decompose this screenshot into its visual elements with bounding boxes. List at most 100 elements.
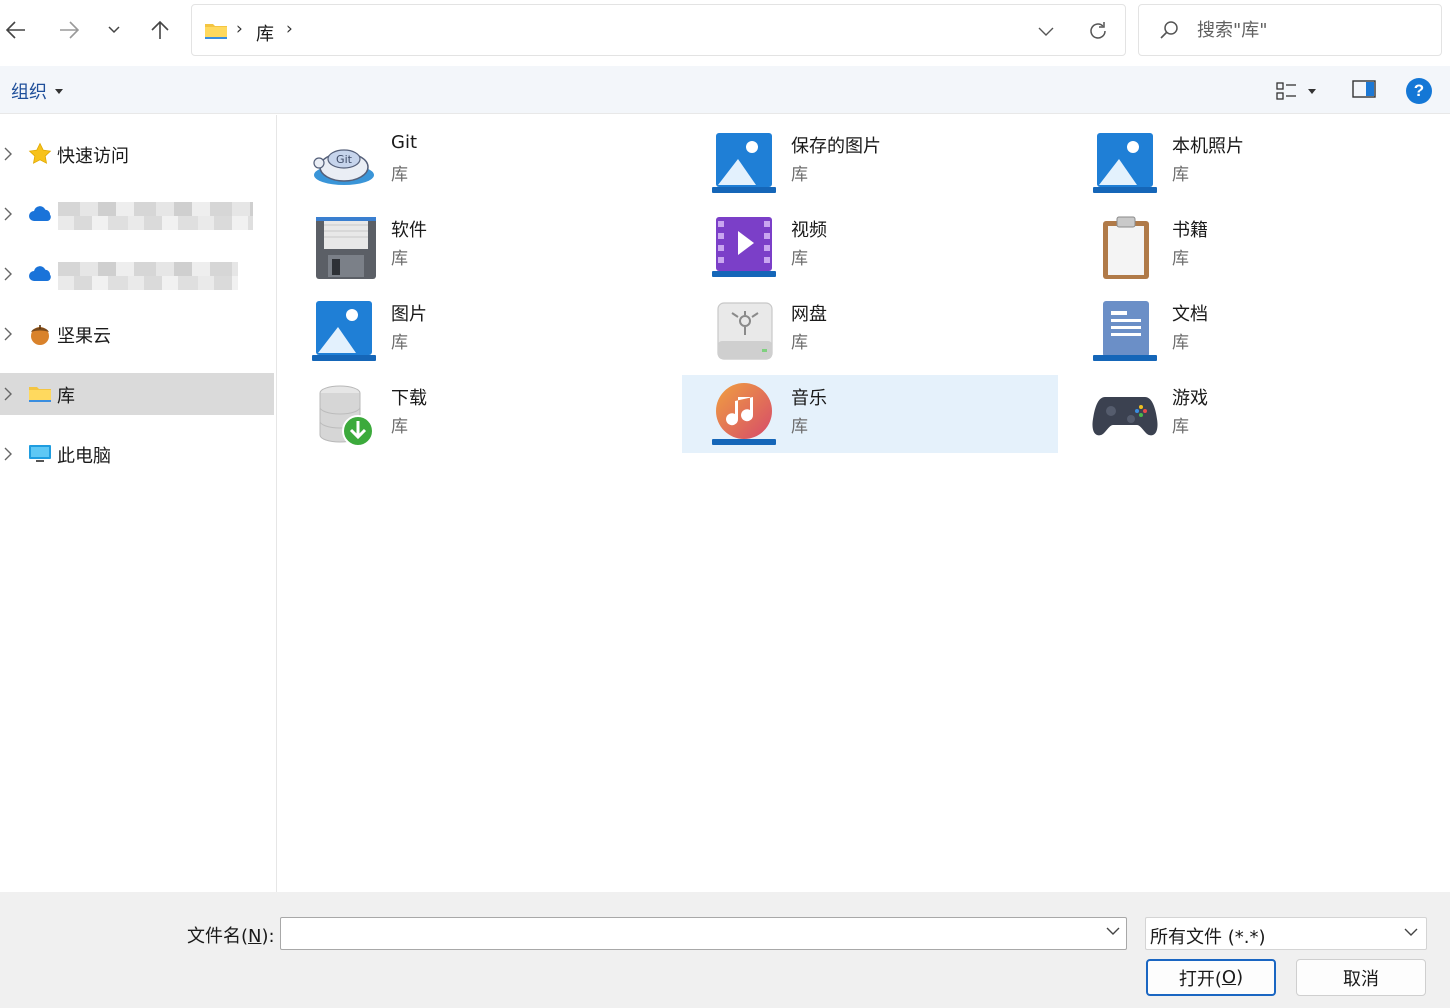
library-type: 库 <box>1172 165 1189 185</box>
library-type: 库 <box>1172 333 1189 353</box>
breadcrumb-item[interactable]: 库 <box>256 20 274 46</box>
view-details-icon <box>1276 82 1296 100</box>
cancel-button[interactable]: 取消 <box>1296 959 1426 996</box>
download-icon <box>319 385 374 447</box>
floppy-disk-icon <box>316 217 376 279</box>
open-button[interactable]: 打开(O) <box>1146 959 1276 996</box>
library-tile-documents[interactable]: 文档 库 <box>1063 291 1439 369</box>
library-name: 网盘 <box>791 304 827 325</box>
refresh-button[interactable] <box>1082 18 1114 44</box>
back-button[interactable] <box>0 14 32 46</box>
library-name: 保存的图片 <box>791 136 881 157</box>
nav-item-onedrive[interactable] <box>0 253 274 295</box>
library-name: 音乐 <box>791 388 827 409</box>
clipboard-icon <box>1103 216 1149 279</box>
library-tile-books[interactable]: 书籍 库 <box>1063 207 1439 285</box>
filename-combobox[interactable] <box>280 917 1127 950</box>
onedrive-cloud-icon <box>29 206 51 221</box>
chevron-right-icon[interactable] <box>3 387 13 401</box>
nav-item-label: 此电脑 <box>57 446 111 467</box>
star-icon <box>28 142 52 164</box>
breadcrumb-separator[interactable]: › <box>286 19 293 39</box>
help-button[interactable]: ? <box>1406 78 1432 104</box>
nav-item-label: 坚果云 <box>57 326 111 347</box>
forward-button[interactable] <box>53 14 85 46</box>
library-type: 库 <box>391 249 408 269</box>
library-tile-games[interactable]: 游戏 库 <box>1063 375 1439 453</box>
library-type: 库 <box>391 165 408 185</box>
video-icon <box>712 217 776 277</box>
caret-down-icon <box>55 88 63 94</box>
library-tile-music[interactable]: 音乐 库 <box>682 375 1058 453</box>
picture-icon <box>1093 133 1157 193</box>
document-icon <box>1093 301 1157 361</box>
chevron-down-icon <box>108 26 120 34</box>
chevron-down-icon[interactable] <box>1106 927 1120 935</box>
music-icon <box>712 383 776 445</box>
chevron-right-icon[interactable] <box>3 327 13 341</box>
filetype-value: 所有文件 (*.*) <box>1150 927 1266 948</box>
library-tile-saved-pictures[interactable]: 保存的图片 库 <box>682 123 1058 201</box>
search-input[interactable] <box>1197 15 1427 45</box>
onedrive-cloud-icon <box>29 266 51 281</box>
address-bar-row: › 库 › <box>0 0 1450 62</box>
caret-down-icon <box>1308 88 1316 94</box>
recent-locations-button[interactable] <box>98 14 130 46</box>
library-name: 图片 <box>391 304 427 325</box>
organize-menu-button[interactable]: 组织 <box>11 78 63 104</box>
change-view-button[interactable] <box>1276 78 1328 104</box>
picture-icon <box>312 301 376 361</box>
library-name: 下载 <box>391 388 427 409</box>
chevron-down-icon <box>1404 928 1418 936</box>
library-tile-downloads[interactable]: 下载 库 <box>282 375 658 453</box>
navigation-pane: 快速访问 坚果云 库 此电脑 <box>0 115 277 892</box>
library-name: 软件 <box>391 220 427 241</box>
address-history-dropdown[interactable] <box>1030 19 1062 43</box>
library-type: 库 <box>791 165 808 185</box>
arrow-right-icon <box>60 21 79 39</box>
library-type: 库 <box>1172 249 1189 269</box>
library-tile-videos[interactable]: 视频 库 <box>682 207 1058 285</box>
library-type: 库 <box>1172 417 1189 437</box>
nav-item-label: 快速访问 <box>57 146 129 167</box>
arrow-left-icon <box>6 21 25 39</box>
library-type: 库 <box>391 333 408 353</box>
nav-item-this-pc[interactable]: 此电脑 <box>0 433 274 475</box>
library-tile-git[interactable]: Git Git 库 <box>282 123 658 201</box>
redacted-account-name <box>58 262 238 290</box>
chevron-right-icon[interactable] <box>3 147 13 161</box>
library-tile-camera-roll[interactable]: 本机照片 库 <box>1063 123 1439 201</box>
library-tile-software[interactable]: 软件 库 <box>282 207 658 285</box>
nutstore-icon <box>31 325 49 345</box>
folder-icon <box>205 24 227 39</box>
picture-icon <box>712 133 776 193</box>
arrow-up-icon <box>151 20 169 39</box>
up-button[interactable] <box>144 14 176 46</box>
library-name: 文档 <box>1172 304 1208 325</box>
library-tile-pictures[interactable]: 图片 库 <box>282 291 658 369</box>
chevron-right-icon[interactable] <box>3 207 13 221</box>
search-icon <box>1160 21 1178 39</box>
chevron-right-icon[interactable] <box>3 447 13 461</box>
library-name: 书籍 <box>1172 220 1208 241</box>
preview-pane-button[interactable] <box>1352 79 1378 101</box>
library-name: Git <box>391 132 418 153</box>
gamepad-icon <box>1092 397 1158 436</box>
search-box[interactable] <box>1138 4 1442 56</box>
library-tile-netdisk[interactable]: 网盘 库 <box>682 291 1058 369</box>
command-bar: 组织 ? <box>0 66 1450 114</box>
library-name: 游戏 <box>1172 388 1208 409</box>
nav-item-nutstore[interactable]: 坚果云 <box>0 313 274 355</box>
nav-item-label: 库 <box>57 386 75 407</box>
address-box[interactable]: › 库 › <box>191 4 1126 56</box>
filename-input[interactable] <box>287 922 1087 946</box>
drive-icon <box>717 302 773 360</box>
library-type: 库 <box>791 333 808 353</box>
library-type: 库 <box>391 417 408 437</box>
nav-item-onedrive[interactable] <box>0 193 274 235</box>
nav-item-libraries[interactable]: 库 <box>0 373 274 415</box>
library-type: 库 <box>791 417 808 437</box>
filetype-select[interactable]: 所有文件 (*.*) <box>1145 917 1427 950</box>
chevron-right-icon[interactable] <box>3 267 13 281</box>
nav-item-quick-access[interactable]: 快速访问 <box>0 133 274 175</box>
